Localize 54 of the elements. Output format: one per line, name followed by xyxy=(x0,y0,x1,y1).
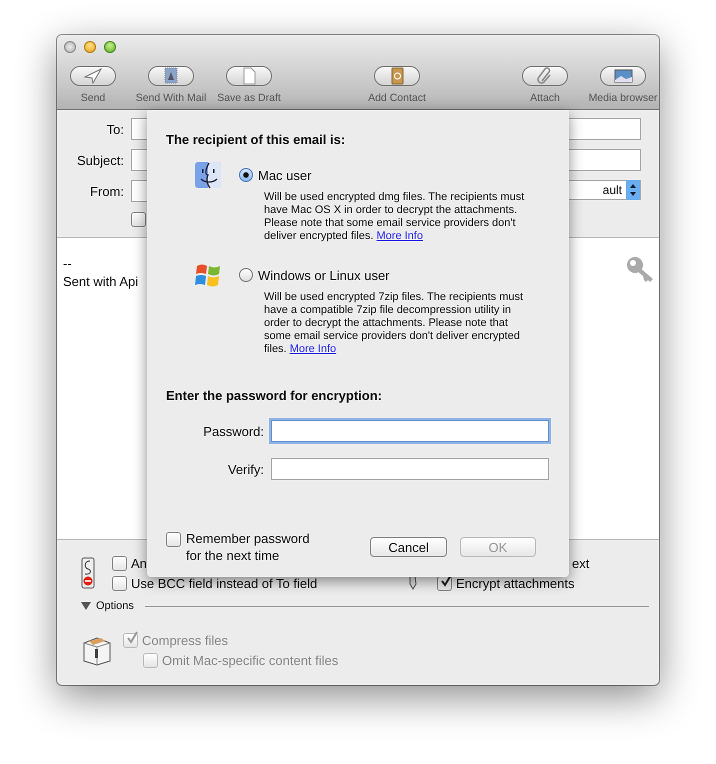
option-label: Omit Mac-specific content files xyxy=(162,652,338,668)
option-label: Use BCC field instead of To field xyxy=(131,576,318,590)
key-icon xyxy=(625,255,655,285)
send-icon xyxy=(82,66,104,86)
toolbar-button[interactable] xyxy=(70,66,116,86)
radio-label: Mac user xyxy=(258,168,312,182)
zoom-button[interactable] xyxy=(104,41,116,53)
stepper-icon xyxy=(626,180,640,200)
toolbar-button[interactable] xyxy=(226,66,272,86)
toolbar-button[interactable] xyxy=(522,66,568,86)
disclosure-triangle[interactable] xyxy=(81,602,91,610)
description-text: Will be used encrypted dmg files. The recipients must have Mac OS X in order to decrypt the attachments. Please note that some email service providers don't deliver encrypted files. More Info xyxy=(264,191,526,243)
toolbar-label: Add Contact xyxy=(368,92,426,104)
option-label: An xyxy=(131,556,147,570)
dialog-button[interactable]: Cancel xyxy=(370,537,447,557)
checkbox-label: Remember password for the next time xyxy=(186,530,311,564)
toolbar-label: Send xyxy=(80,92,106,104)
radio-label: Windows or Linux user xyxy=(258,268,390,282)
minimize-button[interactable] xyxy=(84,41,96,53)
checkbox[interactable] xyxy=(166,532,181,547)
blocked-document-icon xyxy=(81,557,95,589)
password-field[interactable] xyxy=(271,420,549,442)
more-info-link[interactable]: More Info xyxy=(290,343,336,355)
field-label: Password: xyxy=(202,424,264,438)
field-label: From: xyxy=(89,184,124,198)
toolbar-button[interactable] xyxy=(374,66,420,86)
toolbar-label: Attach xyxy=(530,92,560,104)
section-label: Options xyxy=(96,600,134,612)
toolbar-label: Send With Mail xyxy=(136,92,206,104)
option-label: Encrypt attachments xyxy=(456,576,574,590)
toolbar-button[interactable] xyxy=(148,66,194,86)
checkbox[interactable] xyxy=(112,556,127,570)
checkbox[interactable] xyxy=(112,576,127,590)
body-text: -- xyxy=(63,255,73,273)
field-label: Verify: xyxy=(226,462,264,476)
password-field[interactable] xyxy=(271,458,549,480)
finder-face-icon xyxy=(194,161,222,189)
option-label: ext xyxy=(572,556,590,570)
field-label: Subject: xyxy=(76,152,124,168)
toolbar-label: Save as Draft xyxy=(217,92,281,104)
body-text: Sent with Api xyxy=(63,273,138,291)
toolbar-button[interactable] xyxy=(600,66,646,86)
radio-button[interactable] xyxy=(239,268,253,282)
radio-button[interactable] xyxy=(239,168,253,182)
dialog-heading: The recipient of this email is: xyxy=(166,132,346,147)
checkbox[interactable] xyxy=(131,212,146,226)
more-info-link[interactable]: More Info xyxy=(376,230,423,242)
close-button[interactable] xyxy=(64,41,76,53)
pen-icon xyxy=(407,575,419,591)
section-heading: Enter the password for encryption: xyxy=(166,388,383,403)
option-label: Compress files xyxy=(142,632,228,648)
field-label: To: xyxy=(106,122,124,136)
description-text: Will be used encrypted 7zip files. The recipients must have a compatible 7zip file decompression utility in order to decrypt the attachments. Please note that some email service providers don't deliver encrypted files. More Info xyxy=(264,291,524,356)
toolbar-label: Media browser xyxy=(588,92,658,104)
